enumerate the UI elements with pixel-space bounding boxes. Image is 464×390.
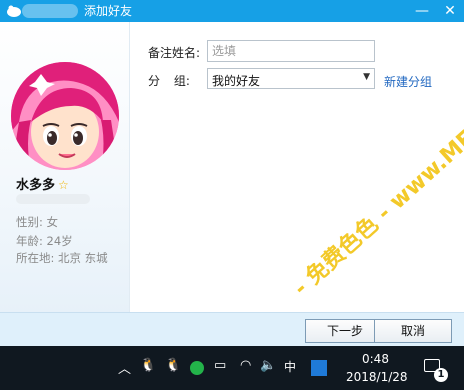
group-label: 分 组: (148, 74, 190, 88)
clock-date[interactable]: 2018/1/28 (346, 370, 408, 384)
next-button[interactable]: 下一步 (305, 319, 385, 343)
taskbar: ︿ 🐧 🐧 ▭ ◠ 🔈 中 0:48 2018/1/28 1 (0, 346, 464, 390)
gender-text: 性别: 女 (16, 215, 59, 229)
qq-icon-2[interactable]: 🐧 (165, 358, 181, 373)
avatar-illustration (11, 62, 119, 170)
notification-badge: 1 (434, 368, 448, 382)
volume-icon[interactable]: 🔈 (260, 358, 276, 373)
close-button[interactable]: ✕ (436, 0, 464, 22)
avatar[interactable] (11, 62, 119, 170)
group-select[interactable]: 我的好友 ▼ (207, 68, 375, 89)
title-bar[interactable]: 添加好友 — ✕ (0, 0, 464, 22)
qq-icon[interactable]: 🐧 (140, 358, 156, 373)
location-text: 所在地: 北京 东城 (16, 251, 108, 265)
minimize-icon: — (415, 3, 429, 19)
app-tray-icon[interactable] (311, 360, 327, 376)
user-avatar-icon (7, 5, 21, 17)
green-app-icon[interactable] (190, 361, 204, 375)
show-hidden-icons-icon[interactable]: ︿ (118, 358, 131, 377)
profile-panel: 水多多 ☆ 性别: 女 年龄: 24岁 所在地: 北京 东城 (0, 22, 130, 312)
cancel-button[interactable]: 取消 (374, 319, 452, 343)
star-icon: ☆ (58, 178, 69, 192)
remark-label: 备注姓名: (148, 46, 201, 60)
close-icon: ✕ (444, 3, 456, 19)
nickname: 水多多 (16, 178, 56, 193)
dropdown-arrow-icon: ▼ (363, 72, 370, 82)
new-group-link[interactable]: 新建分组 (384, 73, 432, 90)
clock-time[interactable]: 0:48 (362, 352, 389, 366)
minimize-button[interactable]: — (408, 0, 436, 22)
blurred-account-id (16, 194, 90, 204)
battery-icon[interactable]: ▭ (214, 358, 226, 373)
remark-input[interactable] (207, 40, 375, 62)
wifi-icon[interactable]: ◠ (240, 358, 251, 373)
group-selected-value: 我的好友 (212, 74, 261, 88)
blurred-account-name (22, 4, 78, 18)
age-text: 年龄: 24岁 (16, 234, 73, 248)
nickname-row: 水多多 ☆ (16, 174, 69, 193)
input-method-indicator[interactable]: 中 (284, 358, 296, 375)
window-title: 添加好友 (84, 4, 133, 18)
